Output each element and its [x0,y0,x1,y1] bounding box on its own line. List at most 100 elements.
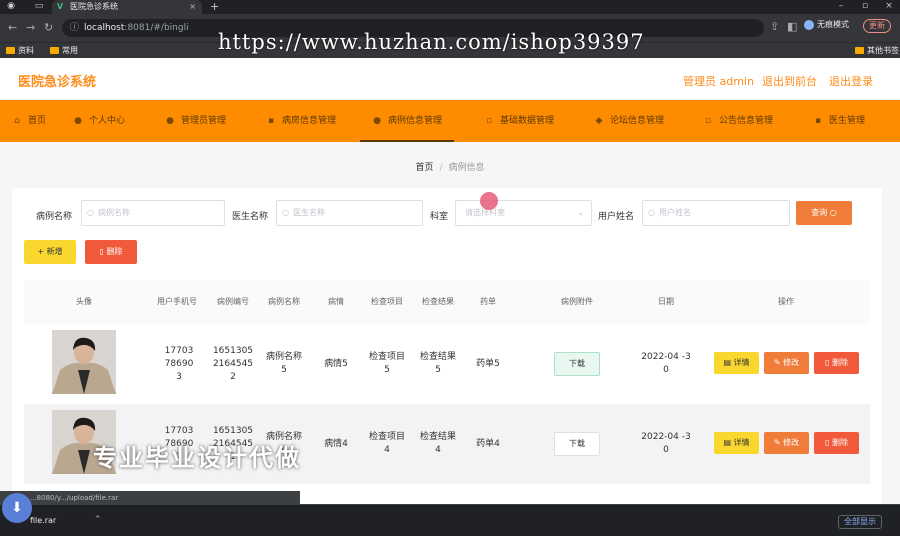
maximize-icon[interactable]: ▫ [860,1,870,11]
incognito-profile[interactable]: 无痕模式 [804,19,849,31]
close-window-icon[interactable]: × [884,1,894,11]
logout-link[interactable]: 退出登录 [829,73,873,89]
menu-label: 管理员管理 [181,116,227,126]
case-name-placeholder: 病例名称 [98,208,130,217]
overlay-watermark-text: 专业毕业设计代做 [93,444,301,472]
drug-cell: 药单5 [476,358,500,369]
menu-label: 论坛信息管理 [610,116,665,126]
col-avatar: 头像 [76,297,92,306]
browser-tab[interactable]: V 医院急诊系统 × [52,0,202,14]
other-bookmarks-label: 其他书签 [867,46,899,55]
query-button[interactable]: 查询 ○ [796,201,852,225]
browser-menu-icon[interactable]: ◉ [6,1,16,11]
col-case-name: 病例名称 [268,297,300,306]
site-info-icon[interactable]: ⓘ [70,19,79,37]
user-name-label: 用户姓名 [598,212,635,222]
bookmark-folder[interactable]: 资料 [6,43,34,59]
drug-cell: 药单4 [476,438,500,449]
detail-button[interactable]: ▤ 详情 [714,352,759,374]
other-bookmarks[interactable]: 其他书签 [855,43,899,59]
detail-label: 详情 [733,358,750,367]
menu-item-case[interactable]: ● 病例信息管理 [360,100,455,142]
menu-label: 个人中心 [89,116,126,126]
menu-item-profile[interactable]: ● 个人中心 [73,100,125,142]
trash-icon: ▯ [99,247,104,256]
department-label: 科室 [430,212,449,222]
menu-item-notice[interactable]: ▫ 公告信息管理 [703,100,773,142]
trash-icon: ▯ [825,358,830,367]
menu-item-doctor[interactable]: ▪ 医生管理 [813,100,865,142]
download-button[interactable]: 下载 [554,432,600,456]
illness-cell: 病情4 [324,438,348,449]
chevron-down-icon: ⌄ [577,208,584,217]
breadcrumb-current: 病例信息 [448,163,485,173]
menu-item-forum[interactable]: ◆ 论坛信息管理 [594,100,664,142]
batch-delete-button[interactable]: ▯ 删除 [85,240,137,264]
edit-button[interactable]: ✎ 修改 [764,352,809,374]
attachment-cell: 下载 [544,404,610,484]
doctor-name-label: 医生名称 [232,212,269,222]
admin-user-link[interactable]: 管理员 admin [683,73,754,89]
avatar [52,330,116,394]
menu-label: 医生管理 [829,116,866,126]
edit-button[interactable]: ✎ 修改 [764,432,809,454]
col-phone: 用户手机号 [157,297,197,306]
menu-item-basic-data[interactable]: ▫ 基础数据管理 [484,100,554,142]
update-button[interactable]: 更新 [863,19,891,33]
download-file-name[interactable]: file.rar [30,516,56,525]
download-button[interactable]: 下载 [554,352,600,376]
col-date: 日期 [658,297,674,306]
tab-list-icon[interactable]: ▭ [34,1,44,11]
detail-button[interactable]: ▤ 详情 [714,432,759,454]
department-select[interactable]: 请选择科室 ⌄ [455,200,592,226]
user-name-input[interactable]: ○ 用户姓名 [642,200,790,226]
delete-button[interactable]: ▯ 删除 [814,432,859,454]
menu-label: 病房信息管理 [282,116,337,126]
date-cell: 2022-04 -30 [641,432,691,455]
col-operation: 操作 [778,297,794,306]
new-tab-icon[interactable]: + [210,0,219,14]
menu-item-home[interactable]: ⌂ 首页 [12,100,46,142]
reload-icon[interactable]: ↻ [44,21,53,35]
case-name-input[interactable]: ○ 病例名称 [81,200,225,226]
menu-item-ward[interactable]: ▪ 病房信息管理 [266,100,336,142]
download-shelf: ...8080/y.../upload/file.rar ⬇ file.rar … [0,491,900,536]
app-header: 医院急诊系统 管理员 admin 退出到前台 退出登录 [0,58,900,100]
doctor-name-placeholder: 医生名称 [293,208,325,217]
bookmark-folder[interactable]: 常用 [50,43,78,59]
minimize-icon[interactable]: – [836,1,846,11]
delete-button[interactable]: ▯ 删除 [814,352,859,374]
back-icon[interactable]: ← [8,21,17,35]
click-cursor-icon [480,192,498,210]
folder-icon [50,47,59,54]
chat-icon: ◆ [595,116,603,126]
folder-icon [6,47,15,54]
incognito-label: 无痕模式 [817,20,849,29]
doctor-name-input[interactable]: ○ 医生名称 [276,200,423,226]
sidepanel-icon[interactable]: ◧ [787,20,797,34]
menu-label: 病例信息管理 [388,116,443,126]
col-drug: 药单 [480,297,496,306]
chevron-up-icon[interactable]: ⌃ [94,515,102,525]
download-icon[interactable]: ⬇ [2,493,32,523]
trash-icon: ▯ [825,438,830,447]
menu-item-admin[interactable]: ● 管理员管理 [165,100,226,142]
detail-icon: ▤ [723,438,731,447]
illness-cell: 病情5 [324,358,348,369]
add-button[interactable]: + 新增 [24,240,76,264]
tab-close-icon[interactable]: × [189,0,196,14]
edit-icon: ✎ [773,438,781,447]
detail-label: 详情 [733,438,750,447]
date-cell: 2022-04 -30 [641,352,691,375]
home-icon: ⌂ [14,116,20,126]
to-frontend-link[interactable]: 退出到前台 [762,73,817,89]
vue-favicon-icon: V [57,2,64,11]
share-icon[interactable]: ⇪ [770,20,779,34]
forward-icon[interactable]: → [26,21,35,35]
col-case-no: 病例编号 [217,297,249,306]
breadcrumb-separator: / [439,163,443,173]
breadcrumb-home[interactable]: 首页 [415,163,433,173]
search-icon: ○ [648,208,655,217]
show-all-downloads-button[interactable]: 全部显示 [838,515,882,529]
overlay-url-watermark: https://www.huzhan.com/ishop39397 [218,30,645,54]
